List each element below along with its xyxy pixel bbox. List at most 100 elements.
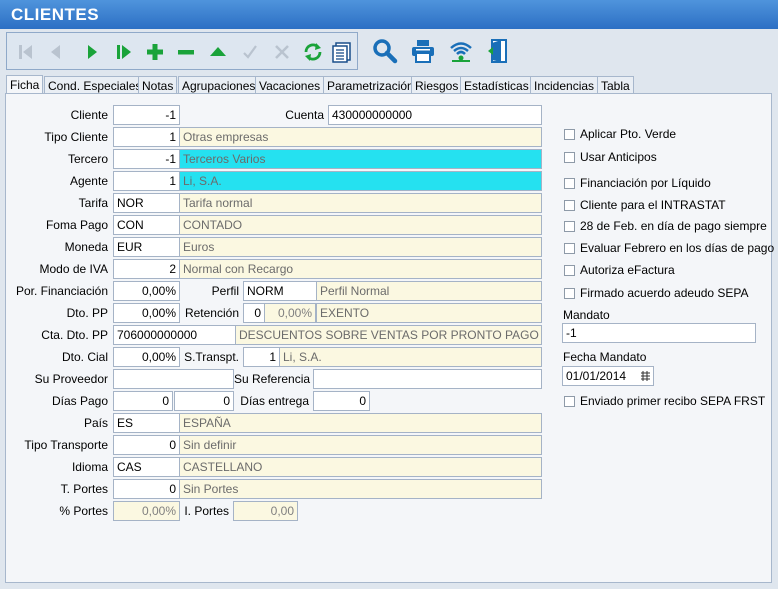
dto-pp-field[interactable]: 0,00% [113, 303, 180, 323]
agente-field[interactable]: 1 [113, 171, 180, 191]
tercero-field[interactable]: -1 [113, 149, 180, 169]
dias-pago-field-1[interactable]: 0 [113, 391, 173, 411]
print-icon[interactable] [410, 38, 436, 64]
list-view-icon[interactable] [329, 39, 355, 65]
calendar-icon[interactable] [640, 370, 651, 382]
aplicar-pto-verde-checkbox[interactable] [564, 128, 575, 140]
forma-pago-desc: CONTADO [179, 215, 542, 235]
tipo-cliente-field[interactable]: 1 [113, 127, 180, 147]
signal-icon[interactable] [448, 38, 474, 64]
enviado-sepa-label: Enviado primer recibo SEPA FRST [580, 394, 766, 408]
autoriza-efactura-option[interactable]: Autoriza eFactura [564, 262, 675, 278]
financiacion-liquido-checkbox[interactable] [564, 177, 575, 189]
mandato-field[interactable]: -1 [562, 323, 756, 343]
exit-door-icon[interactable] [486, 38, 512, 64]
forma-pago-field[interactable]: CON [113, 215, 180, 235]
feb28-checkbox[interactable] [564, 220, 575, 232]
idioma-field[interactable]: CAS [113, 457, 180, 477]
tarifa-label: Tarifa [78, 196, 108, 210]
evaluar-febrero-checkbox[interactable] [564, 242, 575, 254]
dto-cial-field[interactable]: 0,00% [113, 347, 180, 367]
tab-cond-especiales[interactable]: Cond. Especiales [44, 76, 146, 94]
last-record-icon[interactable] [111, 39, 137, 65]
tab-tabla[interactable]: Tabla [597, 76, 634, 94]
edit-record-icon[interactable] [205, 39, 231, 65]
evaluar-febrero-option[interactable]: Evaluar Febrero en los días de pago [564, 240, 774, 256]
tab-agrupaciones[interactable]: Agrupaciones [178, 76, 260, 94]
firmado-sepa-label: Firmado acuerdo adeudo SEPA [580, 286, 749, 300]
t-portes-label: T. Portes [60, 482, 108, 496]
refresh-icon[interactable] [300, 39, 326, 65]
tab-bar: Ficha Cond. Especiales Notas Agrupacione… [6, 75, 776, 94]
usar-anticipos-option[interactable]: Usar Anticipos [564, 149, 657, 165]
dias-pago-field-2[interactable]: 0 [174, 391, 234, 411]
perfil-desc: Perfil Normal [316, 281, 542, 301]
add-record-icon[interactable] [142, 39, 168, 65]
confirm-icon[interactable] [237, 39, 263, 65]
su-proveedor-field[interactable] [113, 369, 234, 389]
cuenta-label: Cuenta [285, 108, 324, 122]
retencion-field[interactable]: 0 [243, 303, 265, 323]
tools-toolbar [366, 32, 526, 70]
idioma-label: Idioma [71, 460, 108, 474]
tarifa-field[interactable]: NOR [113, 193, 180, 213]
tab-vacaciones[interactable]: Vacaciones [255, 76, 325, 94]
pais-field[interactable]: ES [113, 413, 180, 433]
previous-record-icon[interactable] [43, 39, 69, 65]
next-record-icon[interactable] [79, 39, 105, 65]
s-transpt-field[interactable]: 1 [243, 347, 280, 367]
cta-dto-pp-field[interactable]: 706000000000 [113, 325, 236, 345]
record-toolbar [6, 32, 358, 70]
perfil-field[interactable]: NORM [243, 281, 318, 301]
firmado-sepa-checkbox[interactable] [564, 287, 575, 299]
cta-dto-pp-desc: DESCUENTOS SOBRE VENTAS POR PRONTO PAGO … [235, 325, 542, 345]
tab-estadisticas[interactable]: Estadísticas [460, 76, 533, 94]
firmado-sepa-option[interactable]: Firmado acuerdo adeudo SEPA [564, 285, 749, 301]
financiacion-liquido-option[interactable]: Financiación por Líquido [564, 175, 711, 191]
dias-entrega-label: Días entrega [240, 394, 309, 408]
t-portes-field[interactable]: 0 [113, 479, 180, 499]
evaluar-febrero-label: Evaluar Febrero en los días de pago [580, 241, 775, 255]
enviado-sepa-checkbox[interactable] [564, 395, 575, 407]
search-icon[interactable] [372, 38, 398, 64]
tab-ficha[interactable]: Ficha [6, 75, 44, 94]
cliente-intrastat-option[interactable]: Cliente para el INTRASTAT [564, 197, 726, 213]
tab-notas[interactable]: Notas [138, 76, 178, 94]
cliente-intrastat-checkbox[interactable] [564, 199, 575, 211]
moneda-field[interactable]: EUR [113, 237, 180, 257]
tab-riesgos[interactable]: Riesgos [411, 76, 463, 94]
tab-parametrizacion[interactable]: Parametrización [323, 76, 418, 94]
cliente-label: Cliente [70, 108, 108, 122]
pct-portes-label: % Portes [59, 504, 108, 518]
i-portes-label: I. Portes [184, 504, 229, 518]
enviado-sepa-option[interactable]: Enviado primer recibo SEPA FRST [564, 393, 765, 409]
cta-dto-pp-label: Cta. Dto. PP [41, 328, 108, 342]
aplicar-pto-verde-option[interactable]: Aplicar Pto. Verde [564, 126, 676, 142]
tipo-transporte-field[interactable]: 0 [113, 435, 180, 455]
tab-incidencias[interactable]: Incidencias [530, 76, 599, 94]
dias-pago-label: Días Pago [51, 394, 108, 408]
cuenta-field[interactable]: 430000000000 [328, 105, 542, 125]
t-portes-desc: Sin Portes [179, 479, 542, 499]
fecha-mandato-value: 01/01/2014 [566, 369, 627, 383]
first-record-icon[interactable] [13, 39, 39, 65]
tipo-cliente-desc: Otras empresas [179, 127, 542, 147]
autoriza-efactura-checkbox[interactable] [564, 264, 575, 276]
agente-label: Agente [69, 174, 108, 188]
dto-pp-label: Dto. PP [66, 306, 108, 320]
fecha-mandato-field[interactable]: 01/01/2014 [562, 366, 654, 386]
autoriza-efactura-label: Autoriza eFactura [580, 263, 675, 277]
dias-entrega-field[interactable]: 0 [313, 391, 370, 411]
i-portes-field: 0,00 [233, 501, 298, 521]
fecha-mandato-label: Fecha Mandato [563, 350, 647, 364]
feb28-option[interactable]: 28 de Feb. en día de pago siempre [564, 218, 767, 234]
por-financiacion-field[interactable]: 0,00% [113, 281, 180, 301]
su-referencia-field[interactable] [313, 369, 542, 389]
forma-pago-label: Foma Pago [45, 218, 108, 232]
usar-anticipos-checkbox[interactable] [564, 151, 575, 163]
cliente-field[interactable]: -1 [113, 105, 180, 125]
modo-iva-field[interactable]: 2 [113, 259, 180, 279]
delete-record-icon[interactable] [173, 39, 199, 65]
financiacion-liquido-label: Financiación por Líquido [580, 176, 711, 190]
cancel-icon[interactable] [269, 39, 295, 65]
